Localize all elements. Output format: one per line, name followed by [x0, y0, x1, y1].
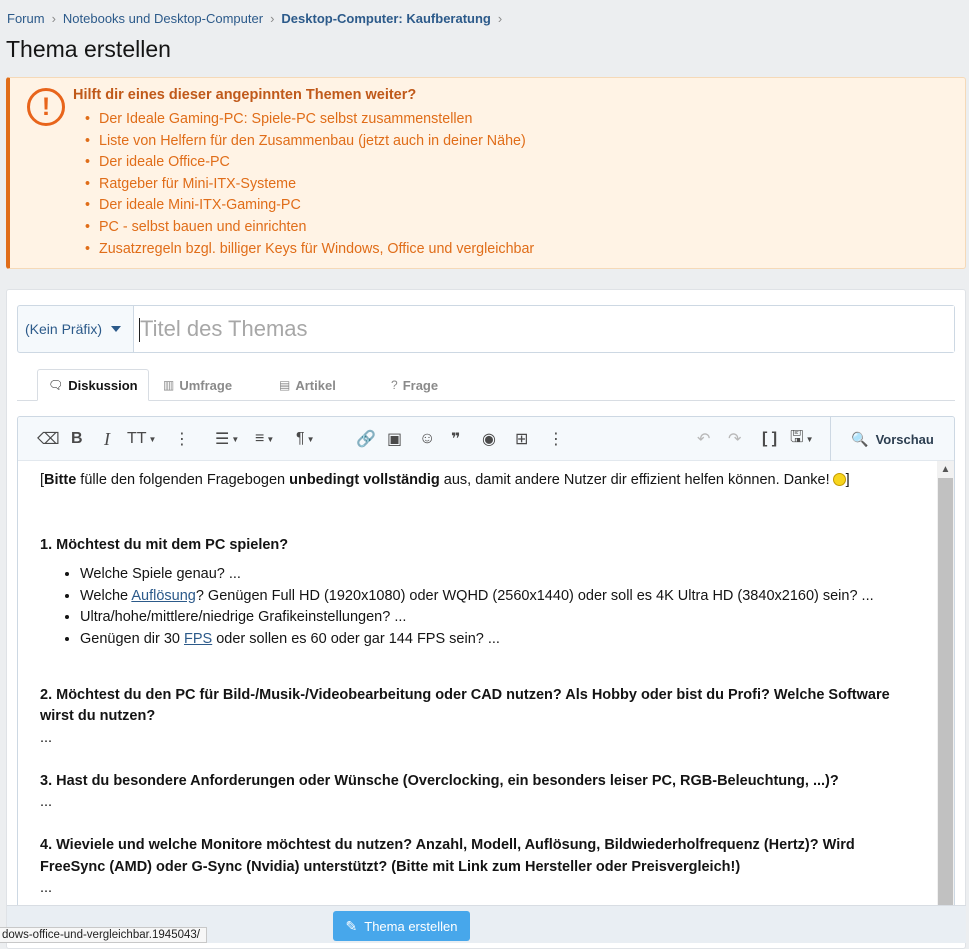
- list-text: Genügen dir 30: [80, 630, 184, 647]
- list-text: oder sollen es 60 oder gar 144 FPS sein?…: [212, 630, 500, 647]
- notice-link[interactable]: Der ideale Office-PC: [73, 152, 534, 174]
- breadcrumb-notebooks[interactable]: Notebooks und Desktop-Computer: [63, 11, 263, 26]
- table-icon[interactable]: ⊞: [515, 429, 528, 449]
- notice-link[interactable]: Der ideale Mini-ITX-Gaming-PC: [73, 195, 534, 217]
- notice-link-list: Der Ideale Gaming-PC: Spiele-PC selbst z…: [73, 109, 534, 260]
- breadcrumb-forum[interactable]: Forum: [7, 11, 45, 26]
- intro-text: fülle den folgenden Fragebogen: [76, 472, 290, 488]
- list-text: Welche: [80, 587, 132, 604]
- page-title: Thema erstellen: [6, 36, 171, 62]
- tab-frage[interactable]: ? Frage: [391, 369, 438, 401]
- notice-link[interactable]: Ratgeber für Mini-ITX-Systeme: [73, 174, 534, 196]
- tab-artikel[interactable]: ▤ Artikel: [279, 369, 336, 401]
- editor-content[interactable]: [Bitte fülle den folgenden Fragebogen un…: [18, 461, 938, 915]
- breadcrumb-current[interactable]: Desktop-Computer: Kaufberatung: [281, 11, 490, 26]
- image-icon[interactable]: ▣: [387, 429, 402, 449]
- eraser-icon[interactable]: ⌫: [37, 429, 60, 449]
- title-row: (Kein Präfix): [17, 305, 955, 353]
- question-1: 1. Möchtest du mit dem PC spielen?: [40, 536, 289, 553]
- list-item: Welche Spiele genau? ...: [80, 564, 916, 586]
- notice-link[interactable]: PC - selbst bauen und einrichten: [73, 217, 534, 239]
- tab-label: Diskussion: [68, 377, 138, 393]
- align-icon[interactable]: ≡ ▼: [255, 429, 274, 449]
- tab-label: Artikel: [295, 377, 336, 393]
- bbcode-icon[interactable]: [ ]: [762, 429, 777, 449]
- edit-icon: ✎: [345, 917, 358, 934]
- scroll-up-arrow-icon[interactable]: ▲: [937, 461, 954, 478]
- question-4: 4. Wieviele und welche Monitore möchtest…: [40, 837, 855, 875]
- preview-label: Vorschau: [875, 431, 934, 447]
- tab-diskussion[interactable]: 🗨 Diskussion: [37, 369, 149, 401]
- submit-label: Thema erstellen: [364, 918, 458, 934]
- thread-type-tabs: 🗨 Diskussion ▥ Umfrage ▤ Artikel ? Frage: [17, 369, 955, 401]
- answer-2: ...: [40, 729, 53, 746]
- draft-save-icon[interactable]: 🖫 ▼: [790, 429, 814, 449]
- scrollbar-thumb[interactable]: [938, 478, 953, 915]
- question-2: 2. Möchtest du den PC für Bild-/Musik-/V…: [40, 686, 890, 725]
- status-bar-url: dows-office-und-vergleichbar.1945043/: [0, 927, 207, 943]
- discussion-icon: 🗨: [48, 378, 64, 392]
- list-text: ? Genügen Full HD (1920x1080) oder WQHD …: [195, 587, 874, 604]
- redo-icon[interactable]: ↷: [728, 429, 741, 449]
- caret-down-icon: [111, 326, 122, 332]
- preview-search-icon: 🔍: [851, 430, 869, 447]
- spoiler-eye-icon[interactable]: ◉: [482, 429, 496, 449]
- notice-link[interactable]: Zusatzregeln bzgl. billiger Keys für Win…: [73, 239, 534, 261]
- tab-label: Umfrage: [179, 377, 233, 393]
- intro-bold: Bitte: [44, 472, 77, 488]
- quote-icon[interactable]: ❞: [451, 429, 460, 449]
- intro-paragraph: [Bitte fülle den folgenden Fragebogen un…: [40, 470, 916, 492]
- chevron-right-icon: ›: [51, 11, 56, 26]
- answer-3: ...: [40, 794, 53, 810]
- notice-title: Hilft dir eines dieser angepinnten Theme…: [73, 87, 417, 103]
- prefix-label: (Kein Präfix): [25, 321, 103, 337]
- intro-bracket: ]: [845, 472, 850, 488]
- intro-bold: unbedingt vollständig: [289, 472, 440, 488]
- thread-title-input[interactable]: [134, 306, 954, 352]
- notice-link[interactable]: Der Ideale Gaming-PC: Spiele-PC selbst z…: [73, 109, 534, 131]
- italic-icon[interactable]: I: [104, 429, 110, 449]
- editor-scrollbar[interactable]: ▲: [937, 461, 954, 915]
- breadcrumb: Forum › Notebooks und Desktop-Computer ›…: [7, 11, 509, 26]
- tab-label: Frage: [402, 377, 439, 393]
- aufloesung-link[interactable]: Auflösung: [131, 588, 196, 604]
- question-icon: ?: [391, 378, 398, 392]
- answer-4: ...: [40, 880, 53, 896]
- text-cursor: [139, 318, 140, 342]
- intro-text: aus, damit andere Nutzer dir effizient h…: [439, 472, 830, 488]
- paragraph-icon[interactable]: ¶ ▼: [296, 429, 315, 449]
- list-item: Genügen dir 30 FPS oder sollen es 60 ode…: [80, 629, 916, 651]
- tab-umfrage[interactable]: ▥ Umfrage: [163, 369, 232, 401]
- submit-thread-button[interactable]: ✎ Thema erstellen: [333, 911, 470, 941]
- more-vertical-icon[interactable]: ⋮: [548, 429, 564, 449]
- article-icon: ▤: [279, 378, 291, 392]
- list-icon[interactable]: ☰ ▼: [215, 429, 239, 449]
- link-icon[interactable]: 🔗: [356, 429, 376, 449]
- question-1-list: Welche Spiele genau? ... Welche Auflösun…: [40, 564, 916, 650]
- list-item: Welche Auflösung? Genügen Full HD (1920x…: [80, 586, 916, 608]
- question-3: 3. Hast du besondere Anforderungen oder …: [40, 772, 839, 789]
- fps-link[interactable]: FPS: [184, 631, 212, 647]
- exclamation-circle-icon: !: [27, 88, 65, 126]
- poll-icon: ▥: [163, 378, 175, 392]
- preview-button[interactable]: 🔍 Vorschau: [830, 417, 954, 461]
- editor-toolbar: ⌫ B I TT ▼ ⋮ ☰ ▼ ≡ ▼ ¶ ▼ 🔗 ▣ ☺ ❞ ◉ ⊞ ⋮ ↶ ↷ […: [18, 417, 954, 461]
- rich-text-editor: ⌫ B I TT ▼ ⋮ ☰ ▼ ≡ ▼ ¶ ▼ 🔗 ▣ ☺ ❞ ◉ ⊞ ⋮ ↶ ↷ […: [17, 416, 955, 916]
- chevron-right-icon: ›: [270, 11, 275, 26]
- notice-link[interactable]: Liste von Helfern für den Zusammenbau (j…: [73, 131, 534, 153]
- more-vertical-icon[interactable]: ⋮: [174, 429, 190, 449]
- undo-icon[interactable]: ↶: [697, 429, 710, 449]
- text-size-icon[interactable]: TT ▼: [127, 429, 156, 449]
- bold-icon[interactable]: B: [71, 429, 83, 449]
- prefix-select[interactable]: (Kein Präfix): [18, 306, 134, 352]
- smiley-emoji-icon: [832, 473, 846, 486]
- list-item: Ultra/hohe/mittlere/niedrige Grafikeinst…: [80, 607, 916, 629]
- chevron-right-icon: ›: [497, 11, 503, 26]
- pinned-threads-notice: ! Hilft dir eines dieser angepinnten The…: [6, 77, 966, 269]
- smiley-icon[interactable]: ☺: [419, 429, 435, 449]
